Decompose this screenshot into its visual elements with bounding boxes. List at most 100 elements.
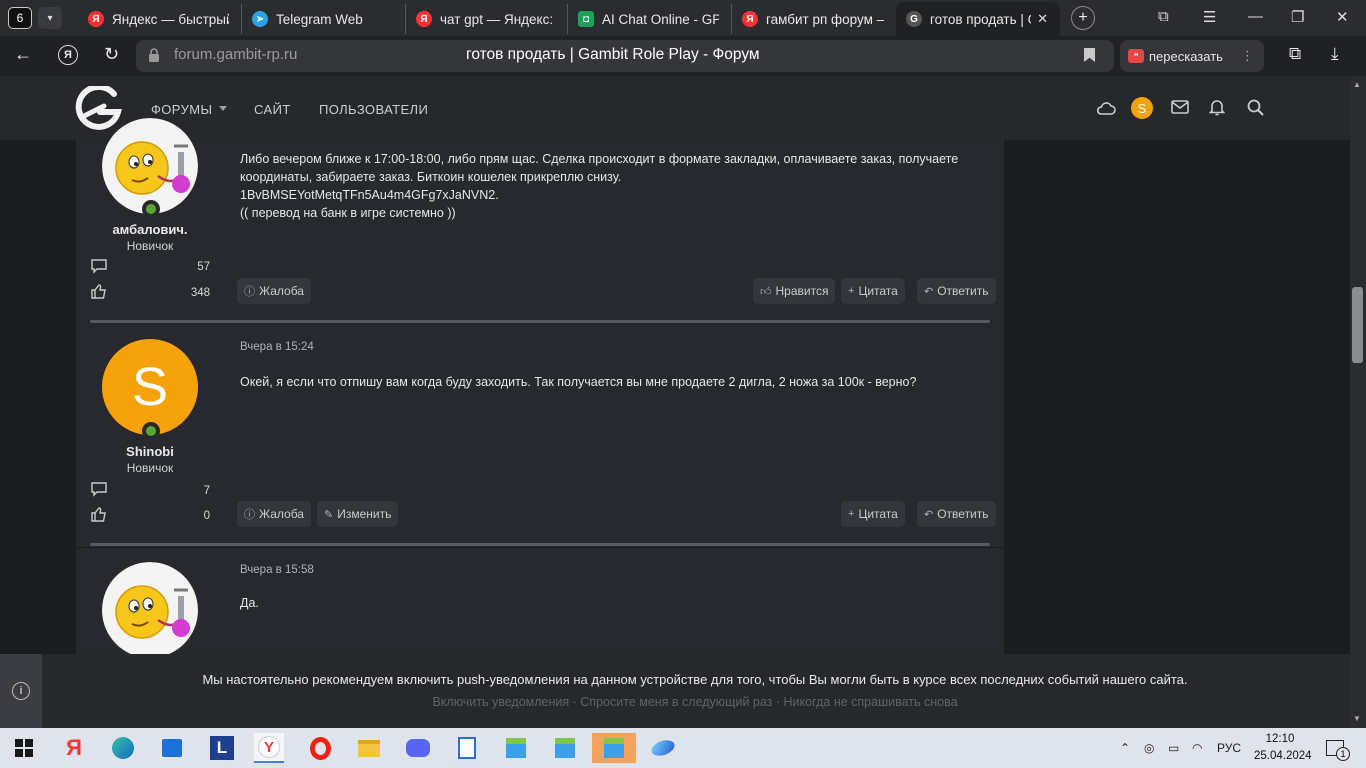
yandex-browser-icon[interactable]: Y <box>254 733 284 763</box>
gambit-logo-icon[interactable] <box>74 86 122 130</box>
mail-icon[interactable] <box>1171 100 1189 114</box>
never-ask-link[interactable]: Никогда не спрашивать снова <box>784 695 958 709</box>
dot-separator: · <box>775 695 784 709</box>
app-box-icon[interactable] <box>501 733 531 763</box>
store-icon[interactable] <box>157 733 187 763</box>
ask-later-link[interactable]: Спросите меня в следующий раз <box>580 695 772 709</box>
chevron-down-icon[interactable]: ▾ <box>38 7 62 29</box>
yandex-home-icon[interactable]: Я <box>58 45 78 65</box>
quote-button[interactable]: + Цитата <box>841 501 905 527</box>
minimize-icon[interactable]: — <box>1248 8 1263 25</box>
warning-circle-icon: ⓘ <box>244 509 255 521</box>
search-icon[interactable] <box>1247 99 1264 116</box>
scroll-up-icon[interactable]: ▲ <box>1353 80 1361 89</box>
online-status-icon <box>142 422 160 440</box>
nav-users[interactable]: ПОЛЬЗОВАТЕЛИ <box>319 102 428 117</box>
app-box-icon[interactable] <box>550 733 580 763</box>
chevron-down-icon[interactable] <box>219 106 227 111</box>
reload-icon[interactable]: ↻ <box>104 44 119 65</box>
yandex-icon: Я <box>88 11 104 27</box>
tab-gambit-search[interactable]: Я гамбит рп форум — <box>732 4 896 34</box>
downloads-icon[interactable]: ⧉ <box>1289 44 1301 64</box>
hookah-smiley-icon <box>102 562 198 654</box>
post-date[interactable]: Вчера в 15:58 <box>240 564 314 576</box>
page-title: готов продать | Gambit Role Play - Форум <box>466 46 760 63</box>
bell-icon[interactable] <box>1209 98 1225 116</box>
nav-forums[interactable]: ФОРУМЫ <box>151 102 212 117</box>
collections-icon[interactable]: ⧉ <box>1158 8 1169 25</box>
notification-count: 1 <box>1336 747 1350 761</box>
retell-button[interactable]: ❝ пересказать ⋮ <box>1120 40 1264 72</box>
close-window-icon[interactable]: ✕ <box>1336 8 1349 26</box>
avatar-shinobi[interactable]: S <box>102 339 198 435</box>
messages-icon <box>91 482 107 497</box>
user-avatar-small[interactable]: S <box>1131 97 1153 119</box>
report-button[interactable]: ⓘ Жалоба <box>237 278 311 304</box>
camera-tray-icon[interactable]: ◎ <box>1144 741 1154 755</box>
info-icon: i <box>12 682 30 700</box>
avatar-ambalovich[interactable] <box>102 562 198 654</box>
tab-ai-chat[interactable]: ◘ AI Chat Online - GPT <box>568 4 732 34</box>
author-name[interactable]: Shinobi <box>100 444 200 459</box>
plus-icon: + <box>848 508 855 520</box>
edit-button[interactable]: ✎ Изменить <box>317 501 399 527</box>
menu-icon[interactable]: ☰ <box>1203 8 1216 26</box>
url-text[interactable]: forum.gambit-rp.ru <box>174 46 297 63</box>
clock-time: 12:10 <box>1265 733 1295 745</box>
back-icon[interactable]: ← <box>14 44 32 65</box>
reply-icon: ↶ <box>924 508 934 521</box>
taskbar-clock[interactable]: 12:10 25.04.2024 <box>1254 731 1312 765</box>
clock-date: 25.04.2024 <box>1254 750 1312 762</box>
more-vertical-icon[interactable]: ⋮ <box>1241 48 1254 64</box>
opera-icon[interactable] <box>305 733 335 763</box>
scrollbar-thumb[interactable] <box>1352 287 1363 363</box>
reply-button[interactable]: ↶ Ответить <box>917 278 996 304</box>
restore-icon[interactable]: ❐ <box>1291 8 1304 26</box>
discord-icon[interactable] <box>403 733 433 763</box>
app-box-active-icon[interactable] <box>592 733 636 763</box>
reply-button[interactable]: ↶ Ответить <box>917 501 996 527</box>
close-tab-icon[interactable]: ✕ <box>1031 11 1048 27</box>
push-info-button[interactable]: i <box>0 654 42 728</box>
battery-icon[interactable]: ▭ <box>1168 741 1179 755</box>
pencil-icon: ✎ <box>324 508 334 521</box>
post-body: Либо вечером ближе к 17:00-18:00, либо п… <box>240 150 992 222</box>
file-explorer-icon[interactable] <box>354 733 384 763</box>
download-arrow-icon[interactable]: ⤓ <box>1331 44 1339 64</box>
quote-button[interactable]: + Цитата <box>841 278 905 304</box>
telegram-icon: ➤ <box>252 11 268 27</box>
new-tab-button[interactable]: + <box>1071 6 1095 30</box>
author-name[interactable]: амбалович. <box>100 222 200 237</box>
l-app-icon[interactable]: L <box>207 733 237 763</box>
post-date[interactable]: Вчера в 15:24 <box>240 341 314 353</box>
language-indicator[interactable]: РУС <box>1217 741 1241 755</box>
cloud-icon[interactable] <box>1096 101 1116 115</box>
notepad-icon[interactable] <box>452 733 482 763</box>
like-button[interactable]: 👍︎ Нравится <box>753 278 836 304</box>
start-icon[interactable] <box>9 733 39 763</box>
nav-site[interactable]: САЙТ <box>254 102 291 117</box>
enable-notifications-link[interactable]: Включить уведомления <box>432 695 569 709</box>
disk-app-icon[interactable] <box>648 733 678 763</box>
thumbs-up-icon <box>91 284 106 299</box>
tab-title: Яндекс — быстрый <box>112 11 229 27</box>
reply-icon: ↶ <box>924 285 934 298</box>
yandex-taskbar-icon[interactable]: Я <box>59 733 89 763</box>
scroll-down-icon[interactable]: ▼ <box>1353 714 1361 723</box>
tab-controls: 6 ▾ <box>0 7 72 29</box>
tab-yandex[interactable]: Я Яндекс — быстрый <box>78 4 242 34</box>
retell-label: пересказать <box>1149 48 1223 64</box>
tab-telegram[interactable]: ➤ Telegram Web <box>242 4 406 34</box>
lock-icon <box>149 48 159 62</box>
tab-chatgpt-search[interactable]: Я чат gpt — Яндекс: н <box>406 4 568 34</box>
wifi-icon[interactable]: ◠ <box>1192 741 1202 755</box>
report-button[interactable]: ⓘ Жалоба <box>237 501 311 527</box>
page-scrollbar[interactable] <box>1350 76 1366 728</box>
tab-active-forum[interactable]: G готов продать | G ✕ <box>896 2 1060 36</box>
edge-icon[interactable] <box>108 733 138 763</box>
notification-center-icon[interactable]: 1 <box>1320 733 1350 763</box>
tab-title: AI Chat Online - GPT <box>602 11 719 27</box>
tray-expand-icon[interactable]: ⌃ <box>1120 741 1130 755</box>
tab-count-button[interactable]: 6 <box>8 7 32 29</box>
button-label: Жалоба <box>259 284 304 298</box>
